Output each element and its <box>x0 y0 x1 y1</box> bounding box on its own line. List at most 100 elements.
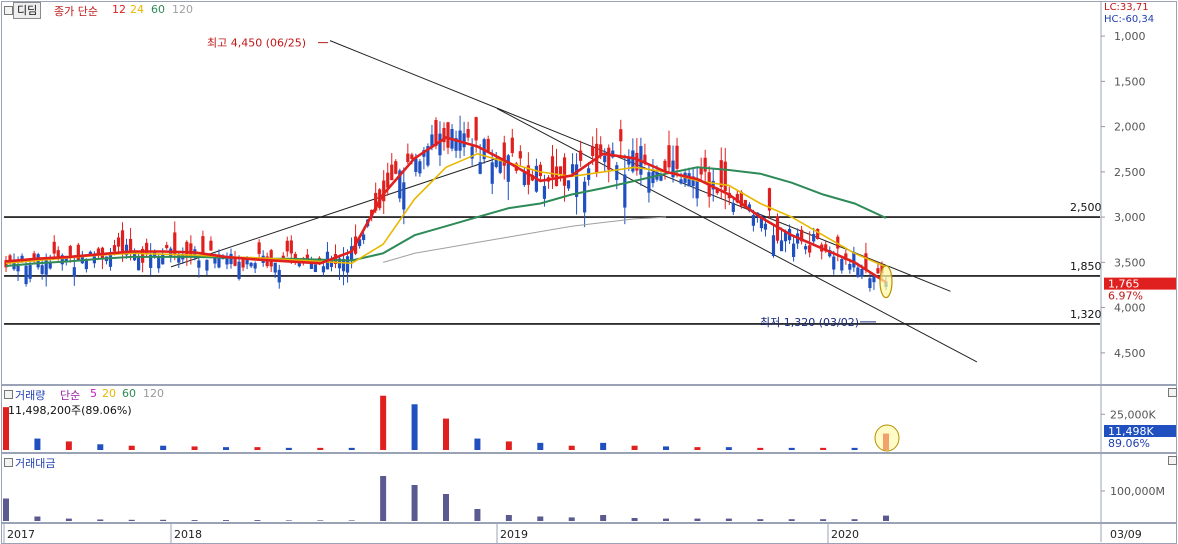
candle-body <box>695 179 699 199</box>
candle-body <box>16 265 20 272</box>
low-annotation: 최저 1,320 (03/02) <box>760 316 859 329</box>
candle-body <box>554 166 559 187</box>
candle-body <box>791 243 796 257</box>
candle-body <box>876 268 880 274</box>
candle-body <box>237 261 241 279</box>
volume-bar <box>191 446 198 450</box>
amount-bar <box>725 518 732 521</box>
candle-body <box>201 236 205 255</box>
volume-bar <box>663 446 669 450</box>
amount-bar <box>851 519 858 521</box>
level-label: 1,320 <box>1070 308 1102 321</box>
amount-bar <box>474 509 481 521</box>
candle-body <box>161 253 165 265</box>
candle-body <box>414 158 418 172</box>
amount-bar <box>411 485 418 521</box>
amount-bar <box>223 520 229 521</box>
amount-bar <box>663 518 669 521</box>
amount-bar <box>883 515 889 521</box>
level-label: 1,850 <box>1070 260 1102 273</box>
candle-body <box>478 162 482 174</box>
candle-body <box>848 263 852 270</box>
candle-body <box>647 172 651 193</box>
amount-bar <box>380 476 387 521</box>
candle-body <box>675 145 679 169</box>
candle-body <box>663 160 667 171</box>
amount-bar <box>254 520 261 521</box>
volume-bar <box>160 445 167 450</box>
volume-bar <box>505 441 512 450</box>
amount-bar <box>757 519 764 521</box>
candle-body <box>474 117 478 141</box>
volume-bar <box>254 447 261 450</box>
candle-body <box>116 237 121 247</box>
level-label: 2,500 <box>1070 201 1102 214</box>
ma-120-line <box>382 216 667 263</box>
candle-body <box>615 165 619 181</box>
candle-body <box>386 172 390 188</box>
candle-body <box>285 240 289 252</box>
price-tick-label: 1,000 <box>1114 30 1146 43</box>
candle-body <box>868 278 872 289</box>
amount-bar <box>505 515 512 521</box>
candle-body <box>723 161 727 192</box>
volume-bar <box>411 404 418 450</box>
candle-body <box>804 246 808 250</box>
candle-body <box>864 253 868 270</box>
volume-bar <box>820 447 827 450</box>
trend-line <box>170 157 498 268</box>
candle-body <box>816 228 820 240</box>
candle-body <box>538 164 543 177</box>
candle-body <box>542 186 547 199</box>
amount-bar <box>568 517 575 521</box>
candle-body <box>68 245 72 256</box>
candle-body <box>137 257 141 271</box>
amount-bar <box>631 518 638 521</box>
candle-body <box>40 265 44 274</box>
candle-body <box>607 147 611 170</box>
chart-canvas: 2,500 1,850 1,320 최고 4,450 (06/25) 최저 1,320… <box>3 1 1176 543</box>
candle-body <box>277 269 281 283</box>
ma-24-line <box>5 152 887 268</box>
volume-bar <box>128 445 135 450</box>
price-tick-label: 2,000 <box>1114 121 1146 134</box>
candle-body <box>253 263 257 269</box>
date-label: 2018 <box>174 528 202 541</box>
price-tick-label: 4,000 <box>1114 302 1146 315</box>
candle-body <box>297 263 301 267</box>
high-annotation: 최고 4,450 (06/25) <box>207 37 306 50</box>
price-tick-label: 3,500 <box>1114 256 1146 269</box>
volume-bar <box>34 438 41 450</box>
candle-body <box>570 164 575 174</box>
candle-body <box>313 264 318 273</box>
amount-bar <box>128 519 135 521</box>
candle-body <box>273 262 277 273</box>
candle-body <box>406 153 410 163</box>
candle-body <box>583 181 587 213</box>
candle-body <box>751 215 755 226</box>
amount-bar <box>348 520 355 521</box>
candle-body <box>506 155 510 182</box>
volume-bar <box>223 447 229 450</box>
volume-bar <box>474 438 481 450</box>
candle-body <box>241 258 245 268</box>
candle-body <box>832 256 836 270</box>
amount-bar <box>285 520 292 521</box>
candle-body <box>52 241 56 254</box>
candle-body <box>157 257 161 269</box>
candle-body <box>603 155 607 163</box>
candle-body <box>56 250 60 257</box>
amount-bar <box>97 519 104 521</box>
candle-body <box>418 161 422 174</box>
volume-bar <box>694 447 701 450</box>
volume-bar <box>380 395 387 450</box>
volume-bar <box>285 447 292 450</box>
candle-body <box>856 267 860 277</box>
amount-bar <box>65 518 72 521</box>
change-label: 6.97% <box>1108 290 1143 303</box>
amount-tick-label: 100,000M <box>1110 485 1165 498</box>
amount-bar <box>820 519 827 521</box>
candle-body <box>462 133 466 148</box>
candle-body <box>771 235 776 257</box>
amount-bar <box>694 518 701 521</box>
